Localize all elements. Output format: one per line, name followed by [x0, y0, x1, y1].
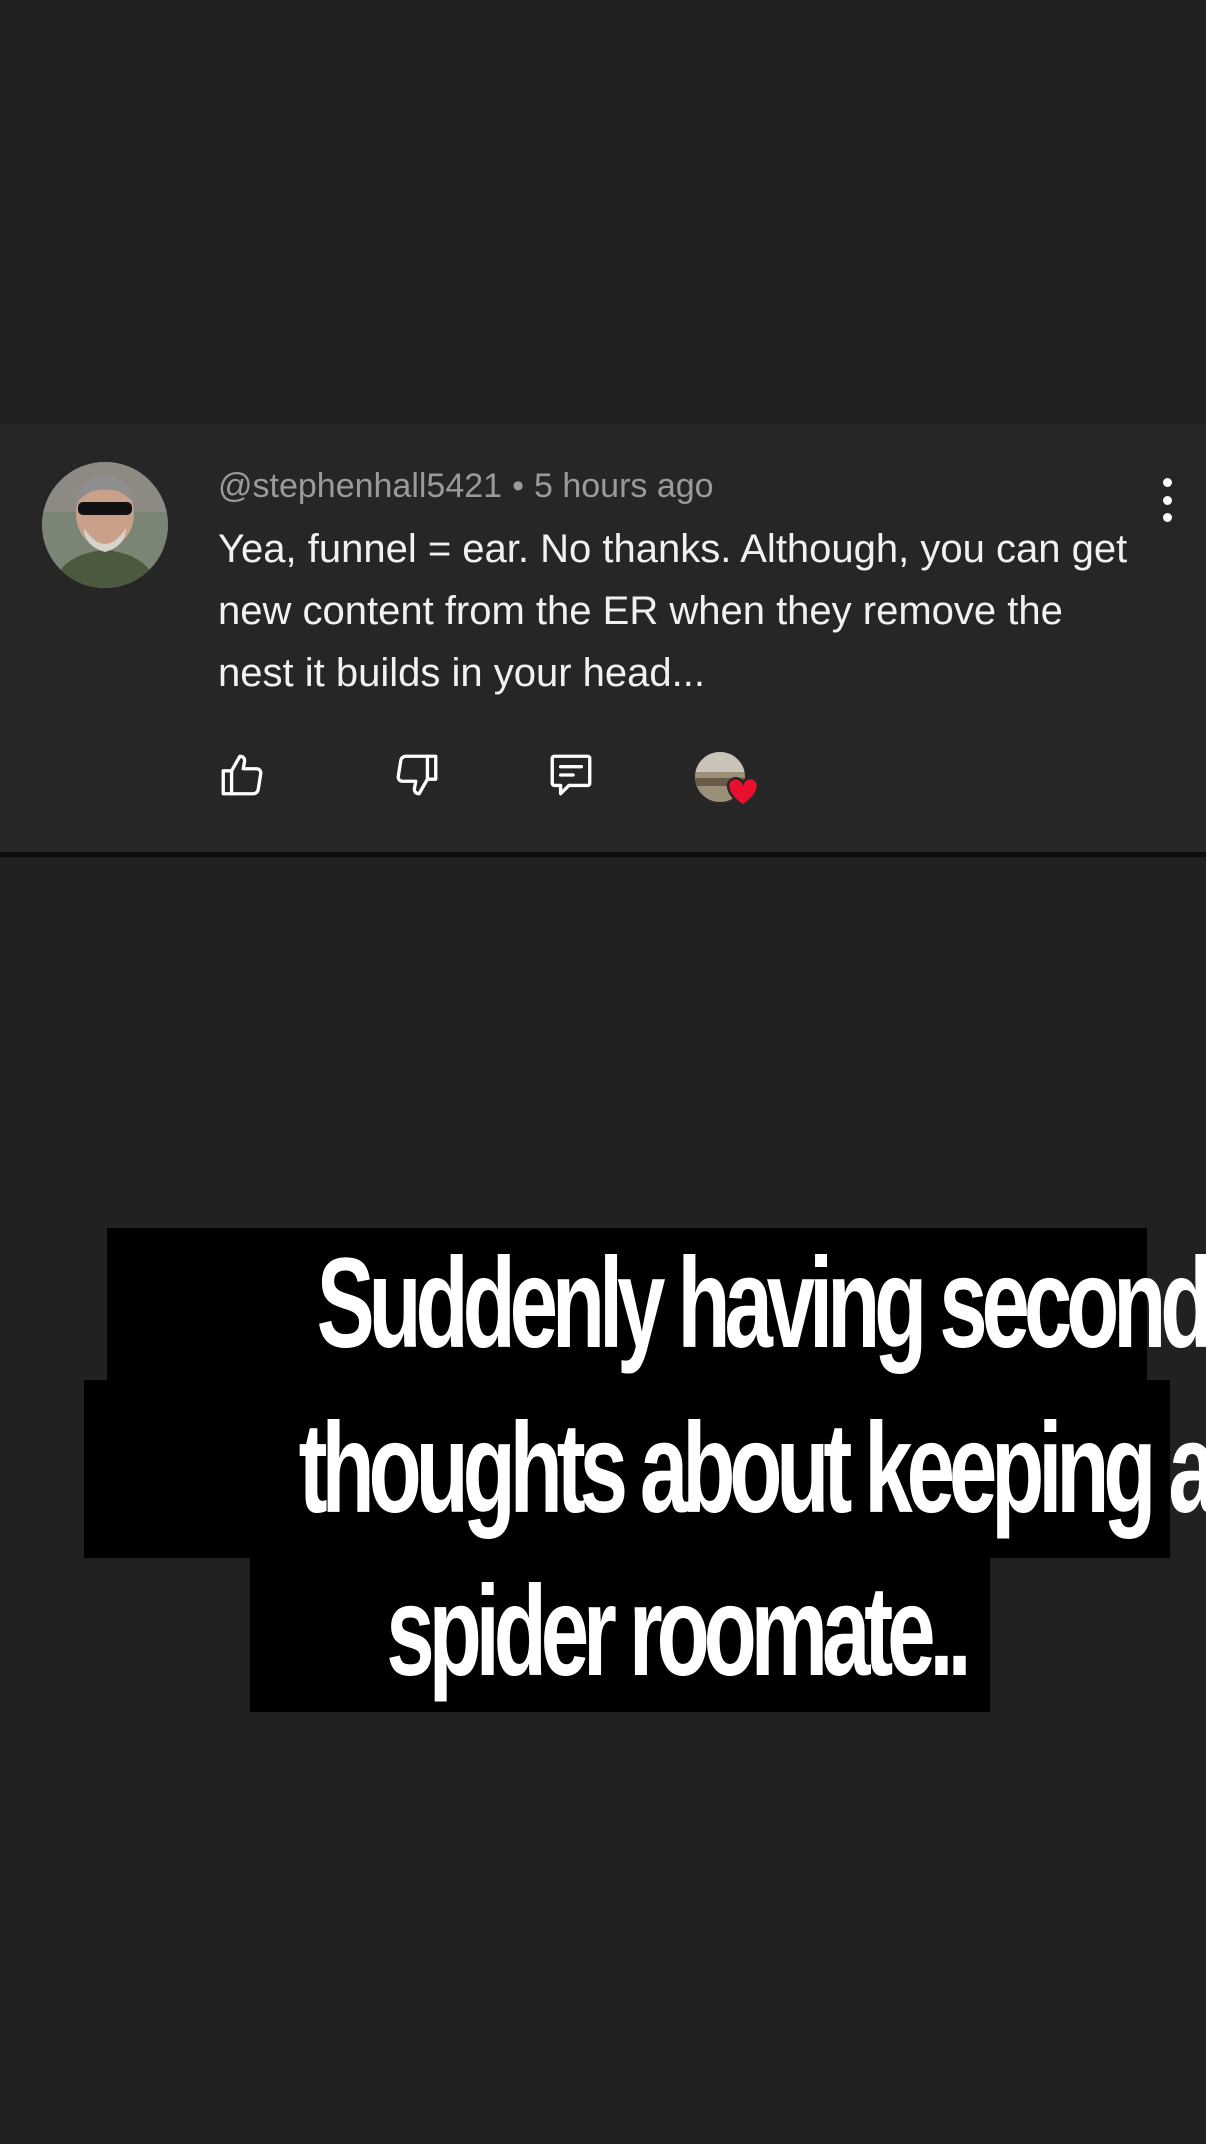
- more-options-button[interactable]: [1150, 478, 1184, 522]
- caption-line-2: thoughts about keeping a: [84, 1380, 1206, 1558]
- avatar[interactable]: [42, 462, 168, 588]
- comment-icon: [550, 754, 592, 796]
- timestamp: 5 hours ago: [533, 467, 714, 505]
- comment-text: Yea, funnel = ear. No thanks. Although, …: [218, 527, 1128, 695]
- creator-heart: [695, 750, 765, 812]
- meta-separator: •: [512, 467, 524, 505]
- dislike-button[interactable]: [392, 750, 442, 800]
- divider: [0, 852, 1206, 857]
- thumbs-up-icon: [221, 754, 263, 796]
- reply-button[interactable]: [546, 750, 596, 800]
- thumbs-down-icon: [396, 754, 438, 796]
- caption-line-1: Suddenly having second: [107, 1228, 1206, 1382]
- more-vertical-icon: [1162, 478, 1172, 487]
- like-button[interactable]: [217, 750, 267, 800]
- heart-icon: [726, 777, 760, 807]
- username[interactable]: @stephenhall5421: [218, 467, 502, 505]
- caption-line-3: spider roomate..: [250, 1556, 990, 1712]
- comment-meta: @stephenhall5421 • 5 hours ago: [218, 466, 714, 506]
